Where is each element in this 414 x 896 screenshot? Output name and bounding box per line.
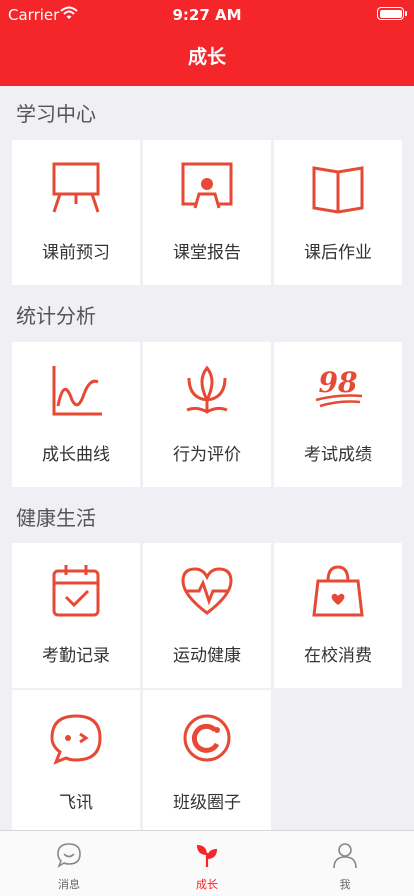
tab-messages[interactable]: 消息 (0, 831, 138, 896)
growth-curve-icon (52, 366, 102, 416)
heart-pulse-icon (181, 567, 233, 615)
shopping-bag-icon (312, 565, 364, 617)
tile-label: 班级圈子 (173, 793, 241, 813)
tile-pre-class-preview[interactable]: 课前预习 (12, 140, 140, 285)
message-icon (57, 843, 81, 868)
tile-label: 考勤记录 (42, 646, 110, 666)
page-title: 成长 (187, 46, 226, 68)
circle-icon (183, 714, 231, 762)
tile-growth-curve[interactable]: 成长曲线 (12, 342, 140, 487)
tile-homework[interactable]: 课后作业 (274, 140, 402, 285)
section-title-statistics: 统计分析 (16, 304, 96, 328)
tile-campus-spending[interactable]: 在校消费 (274, 543, 402, 688)
tab-label: 我 (339, 878, 351, 891)
tile-label: 运动健康 (173, 646, 241, 666)
easel-icon (52, 162, 100, 213)
tile-feixun[interactable]: 飞讯 (12, 690, 140, 835)
tile-label: 课堂报告 (173, 243, 241, 263)
svg-text:98: 98 (319, 366, 358, 399)
tile-sports-health[interactable]: 运动健康 (143, 543, 271, 688)
tab-label: 消息 (58, 878, 80, 891)
tab-label: 成长 (196, 878, 218, 891)
status-time: 9:27 AM (172, 6, 242, 24)
person-icon (333, 843, 357, 869)
section-title-study: 学习中心 (16, 102, 96, 126)
tile-class-report[interactable]: 课堂报告 (143, 140, 271, 285)
chat-bubble-icon (50, 714, 102, 765)
tab-bar: 消息 成长 我 (0, 830, 414, 896)
calendar-check-icon (52, 565, 100, 617)
battery-icon (377, 7, 407, 20)
top-bar: Carrier 9:27 AM 成长 (0, 0, 414, 86)
status-bar: Carrier 9:27 AM (0, 0, 414, 30)
tile-label: 成长曲线 (42, 445, 110, 465)
section-title-health: 健康生活 (16, 506, 96, 530)
tile-label: 行为评价 (173, 445, 241, 465)
sprout-icon (197, 845, 217, 867)
tab-me[interactable]: 我 (276, 831, 414, 896)
tile-label: 课前预习 (42, 243, 110, 263)
tile-attendance[interactable]: 考勤记录 (12, 543, 140, 688)
tab-growth[interactable]: 成长 (138, 831, 276, 896)
score-98-icon: 98 (315, 366, 363, 408)
tile-label: 考试成绩 (304, 445, 372, 465)
tile-behavior-evaluation[interactable]: 行为评价 (143, 342, 271, 487)
tile-class-circle[interactable]: 班级圈子 (143, 690, 271, 835)
tile-label: 飞讯 (59, 793, 93, 813)
tile-label: 在校消费 (304, 646, 372, 666)
lotus-icon (186, 365, 228, 414)
tile-label: 课后作业 (304, 243, 372, 263)
classroom-report-icon (181, 162, 233, 209)
book-icon (312, 166, 364, 214)
tile-exam-score[interactable]: 98 考试成绩 (274, 342, 402, 487)
